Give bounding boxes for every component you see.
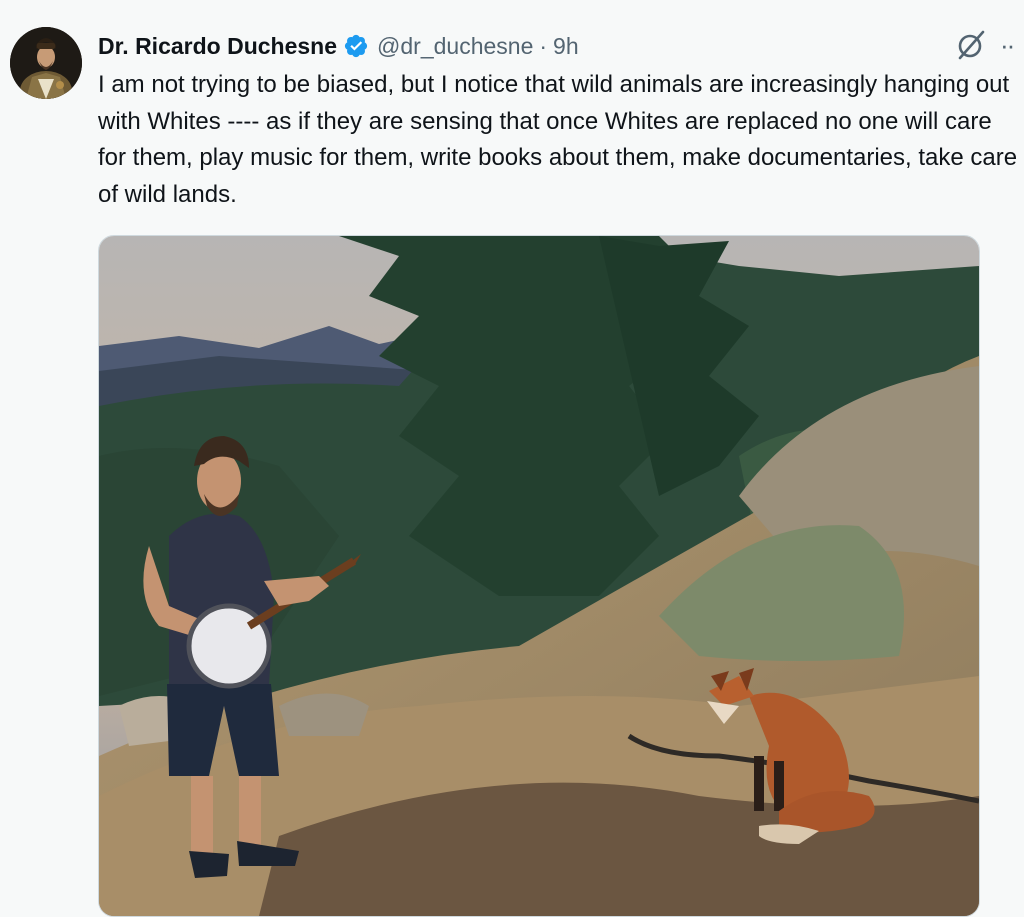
tweet-header: Dr. Ricardo Duchesne @dr_duchesne · 9h (98, 30, 579, 62)
separator-dot: · (539, 32, 548, 59)
author-avatar[interactable] (10, 27, 82, 99)
verified-badge-icon (344, 34, 368, 58)
grok-icon[interactable] (954, 28, 988, 62)
video-frame (99, 236, 979, 916)
more-options-icon[interactable]: ·· (1000, 30, 1015, 60)
author-handle[interactable]: @dr_duchesne (377, 33, 533, 60)
avatar-portrait (10, 27, 82, 99)
tweet-text: I am not trying to be biased, but I noti… (98, 71, 1018, 208)
tweet-card: Dr. Ricardo Duchesne @dr_duchesne · 9h ·… (0, 0, 1024, 917)
timestamp[interactable]: 9h (553, 33, 579, 60)
author-name[interactable]: Dr. Ricardo Duchesne (98, 33, 337, 60)
tweet-video[interactable] (98, 235, 980, 917)
